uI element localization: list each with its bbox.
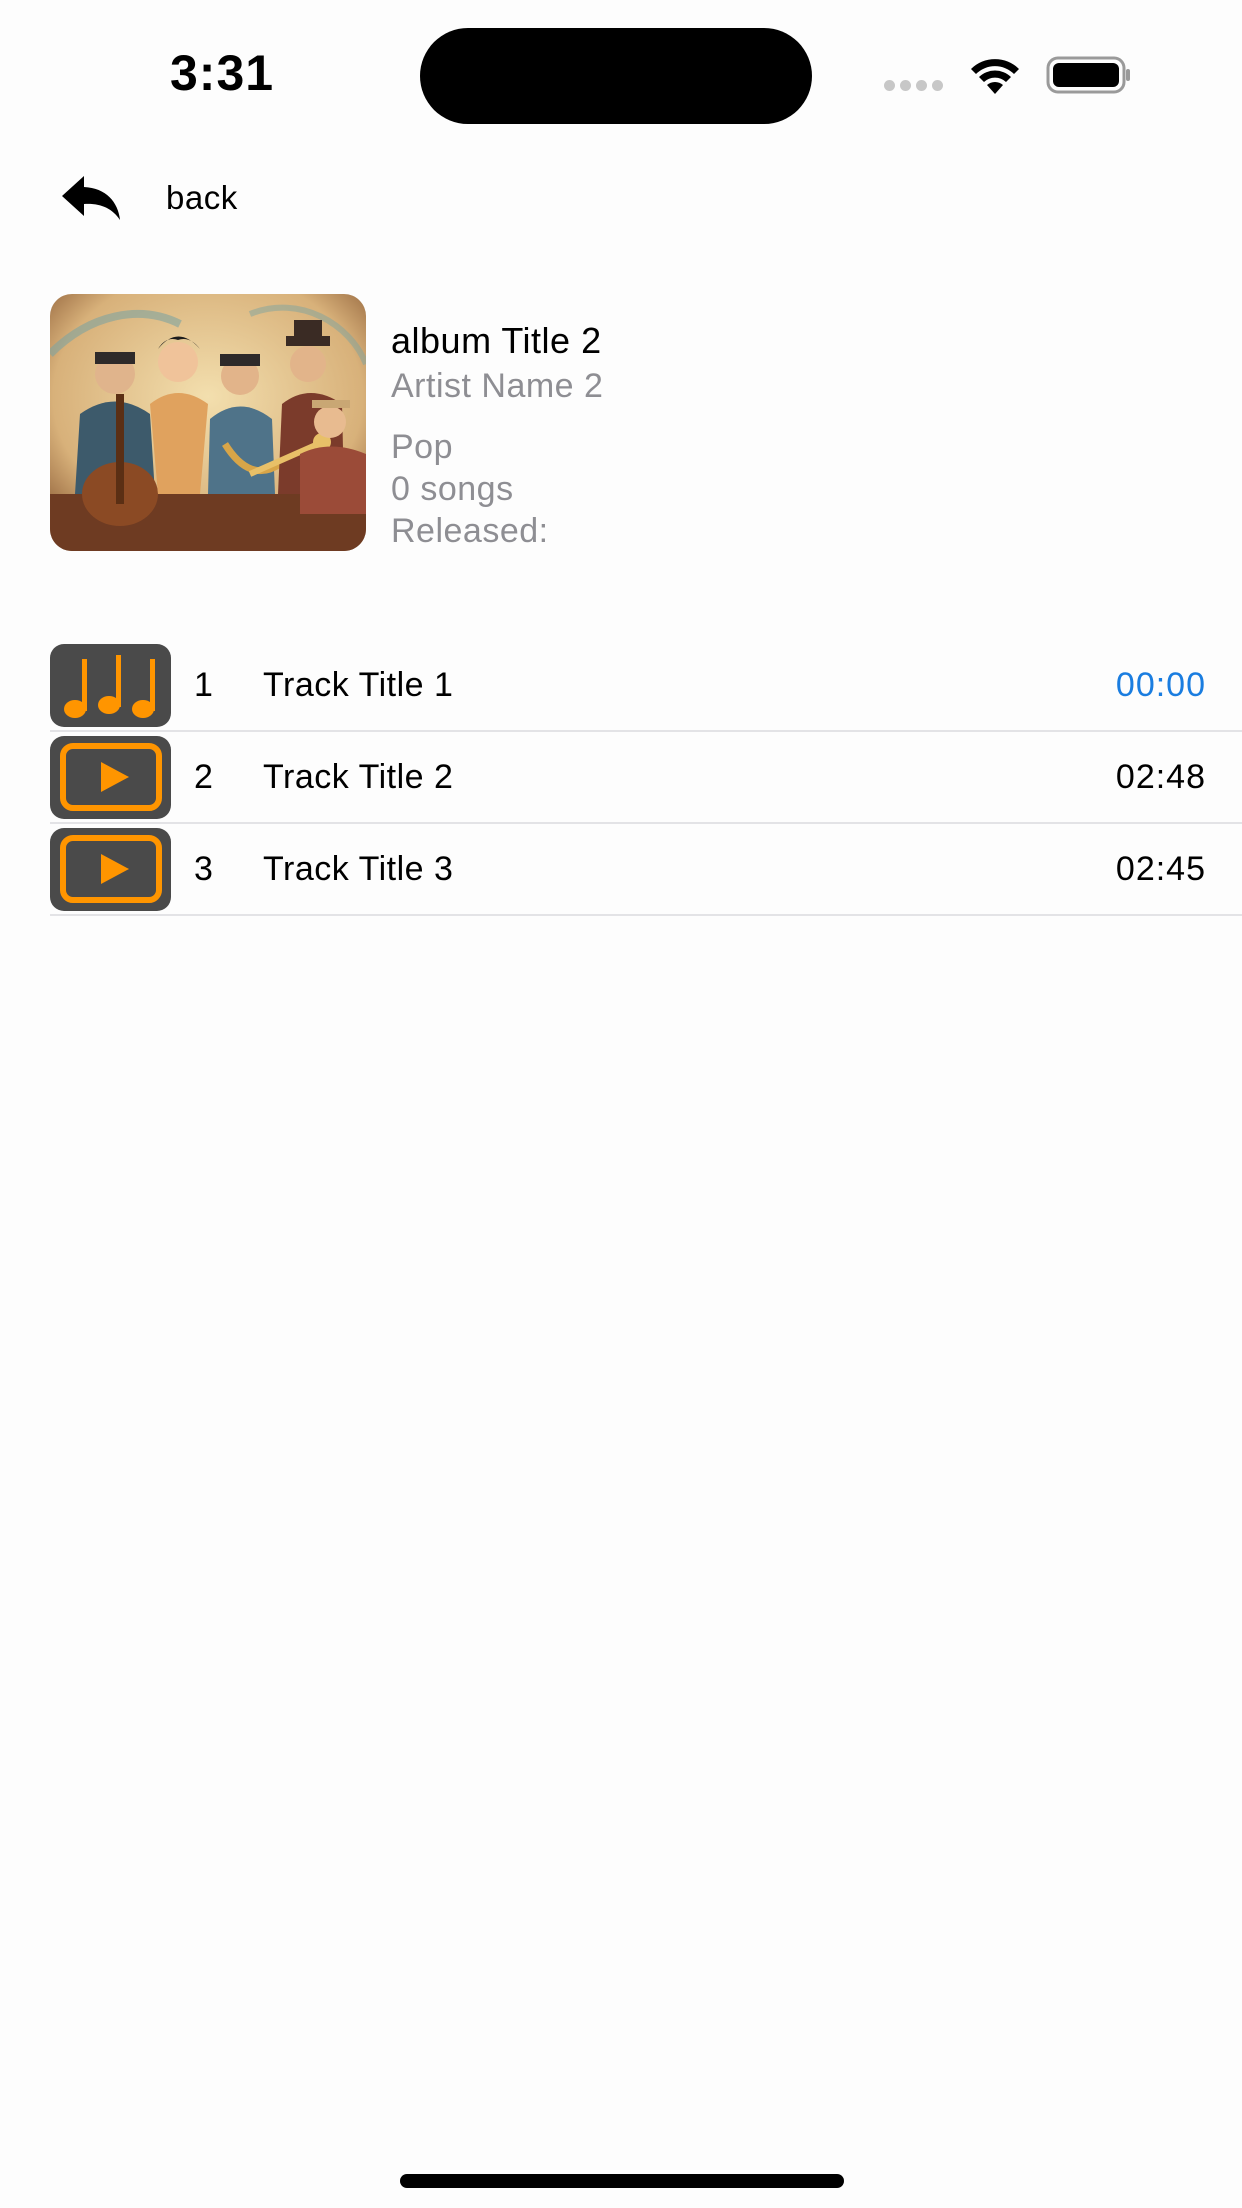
battery-icon (1046, 56, 1130, 94)
track-number: 3 (194, 849, 213, 888)
play-icon (59, 835, 162, 903)
back-label: back (166, 179, 238, 216)
track-row[interactable]: 1 Track Title 1 00:00 (50, 640, 1242, 732)
dynamic-island (420, 28, 812, 124)
cellular-signal-icon (884, 78, 948, 92)
wifi-icon (971, 59, 1019, 94)
music-notes-icon (63, 655, 155, 718)
track-list: 1 Track Title 1 00:00 2 Track Title 2 02… (50, 640, 1242, 916)
track-number: 2 (194, 757, 213, 796)
album-title: album Title 2 (391, 320, 602, 361)
track-thumbnail (50, 643, 171, 727)
back-button[interactable]: back (60, 168, 300, 228)
play-icon (59, 743, 162, 811)
track-row[interactable]: 3 Track Title 3 02:45 (50, 824, 1242, 916)
track-duration: 02:45 (1115, 849, 1206, 888)
album-meta: Pop 0 songs Released: (391, 426, 1191, 552)
track-duration: 00:00 (1115, 665, 1206, 704)
track-duration: 02:48 (1115, 757, 1206, 796)
track-title: Track Title 2 (263, 757, 454, 796)
album-genre: Pop (391, 428, 453, 466)
album-art (50, 294, 366, 551)
home-indicator[interactable] (400, 2174, 844, 2188)
album-detail-screen: 3:31 back album Title 2 Artist Name 2 Po… (0, 0, 1242, 2208)
track-number: 1 (194, 665, 213, 704)
album-song-count: 0 songs (391, 470, 514, 508)
track-title: Track Title 3 (263, 849, 454, 888)
track-thumbnail (50, 827, 171, 911)
album-info: album Title 2 Artist Name 2 Pop 0 songs … (391, 316, 1191, 552)
status-time: 3:31 (170, 45, 275, 101)
album-released: Released: (391, 512, 549, 550)
album-artist: Artist Name 2 (391, 367, 604, 405)
reply-arrow-icon (62, 176, 120, 220)
track-title: Track Title 1 (263, 665, 454, 704)
track-row[interactable]: 2 Track Title 2 02:48 (50, 732, 1242, 824)
track-thumbnail (50, 735, 171, 819)
